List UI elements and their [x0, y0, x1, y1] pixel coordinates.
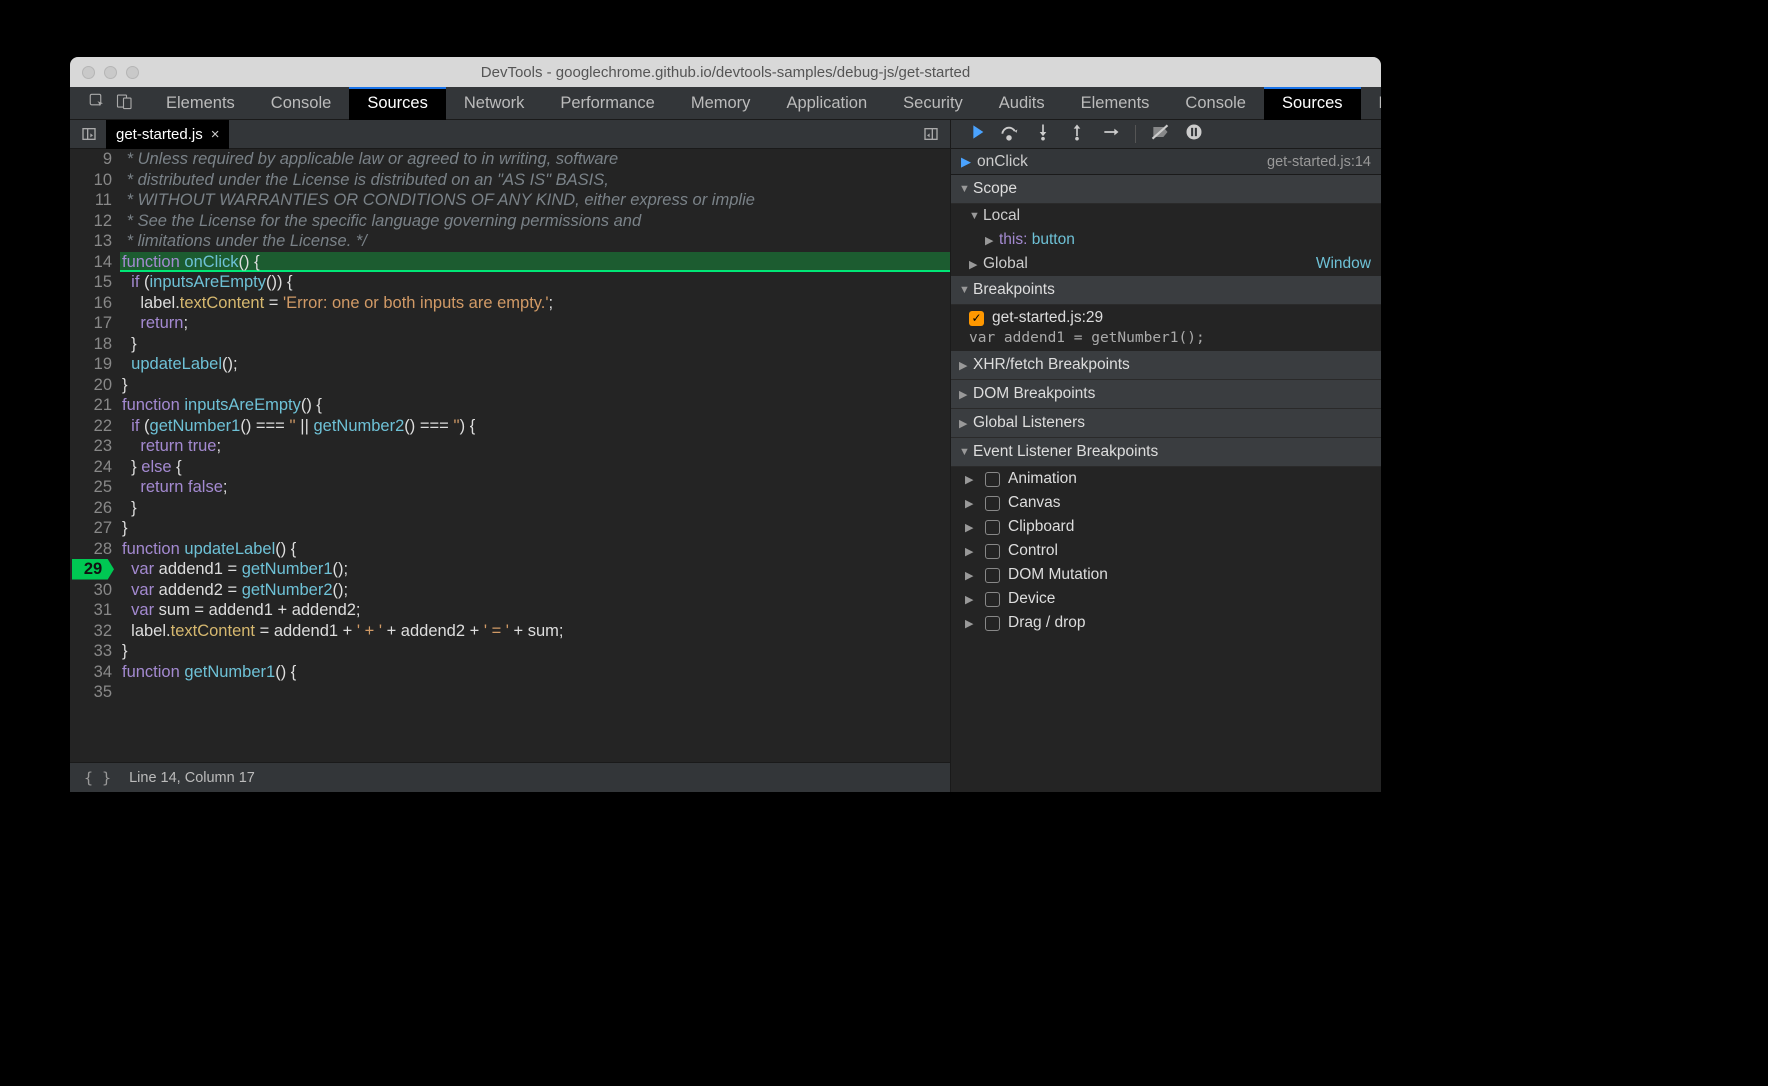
- file-tabs: get-started.js ×: [70, 120, 950, 149]
- checkbox-icon[interactable]: [985, 544, 1000, 559]
- checkbox-icon[interactable]: [985, 520, 1000, 535]
- event-category-canvas[interactable]: ▶Canvas: [951, 491, 1381, 515]
- minimize-window-button[interactable]: [104, 66, 117, 79]
- tab-performance[interactable]: Performance: [542, 87, 672, 120]
- callstack-location: get-started.js:14: [1267, 154, 1371, 170]
- pause-exceptions-icon[interactable]: [1184, 122, 1204, 147]
- close-window-button[interactable]: [82, 66, 95, 79]
- window-title: DevTools - googlechrome.github.io/devtoo…: [70, 64, 1381, 81]
- main-tabs: ElementsConsoleSourcesNetworkPerformance…: [70, 87, 1381, 120]
- workspace: get-started.js × 91011121314151617181920…: [70, 120, 1381, 792]
- tab-sources[interactable]: Sources: [1264, 87, 1361, 120]
- tab-audits[interactable]: Audits: [981, 87, 1063, 120]
- event-category-drag-drop[interactable]: ▶Drag / drop: [951, 611, 1381, 635]
- debug-toolbar: [951, 120, 1381, 149]
- tab-application[interactable]: Application: [768, 87, 885, 120]
- step-out-icon[interactable]: [1067, 122, 1087, 147]
- event-category-animation[interactable]: ▶Animation: [951, 467, 1381, 491]
- zoom-window-button[interactable]: [126, 66, 139, 79]
- checkbox-icon[interactable]: [985, 496, 1000, 511]
- deactivate-breakpoints-icon[interactable]: [1150, 122, 1170, 147]
- close-icon[interactable]: ×: [211, 126, 220, 143]
- code-editor[interactable]: 9101112131415161718192021222324252627282…: [70, 149, 950, 762]
- event-listener-section[interactable]: ▼Event Listener Breakpoints: [951, 438, 1381, 467]
- checkbox-icon[interactable]: [985, 568, 1000, 583]
- tab-console[interactable]: Console: [253, 87, 350, 120]
- file-tab-get-started[interactable]: get-started.js ×: [106, 120, 229, 149]
- line-gutter[interactable]: 9101112131415161718192021222324252627282…: [70, 149, 120, 762]
- callstack-frame[interactable]: ▶ onClick get-started.js:14: [951, 149, 1381, 175]
- event-category-control[interactable]: ▶Control: [951, 539, 1381, 563]
- event-category-clipboard[interactable]: ▶Clipboard: [951, 515, 1381, 539]
- tab-network[interactable]: Network: [1361, 87, 1382, 120]
- inspect-icon[interactable]: [88, 92, 106, 115]
- scope-this[interactable]: ▶this: button: [951, 228, 1381, 252]
- statusbar: { } Line 14, Column 17: [70, 762, 950, 792]
- breakpoint-preview: var addend1 = getNumber1();: [951, 329, 1381, 351]
- resume-icon[interactable]: [965, 122, 985, 147]
- xhr-breakpoints-section[interactable]: ▶XHR/fetch Breakpoints: [951, 351, 1381, 380]
- code-area[interactable]: * Unless required by applicable law or a…: [120, 149, 950, 762]
- titlebar: DevTools - googlechrome.github.io/devtoo…: [70, 57, 1381, 87]
- tab-sources[interactable]: Sources: [349, 87, 446, 120]
- tab-network[interactable]: Network: [446, 87, 543, 120]
- tab-memory[interactable]: Memory: [673, 87, 769, 120]
- breakpoints-section[interactable]: ▼Breakpoints: [951, 276, 1381, 305]
- scope-section[interactable]: ▼Scope: [951, 175, 1381, 204]
- event-category-device[interactable]: ▶Device: [951, 587, 1381, 611]
- cursor-position: Line 14, Column 17: [129, 770, 255, 786]
- show-navigator-icon[interactable]: [76, 121, 102, 147]
- dom-breakpoints-section[interactable]: ▶DOM Breakpoints: [951, 380, 1381, 409]
- tab-security[interactable]: Security: [885, 87, 981, 120]
- global-listeners-section[interactable]: ▶Global Listeners: [951, 409, 1381, 438]
- tab-elements[interactable]: Elements: [1063, 87, 1168, 120]
- step-over-icon[interactable]: [999, 122, 1019, 147]
- scope-local[interactable]: ▼Local: [951, 204, 1381, 228]
- step-into-icon[interactable]: [1033, 122, 1053, 147]
- devtools-window: DevTools - googlechrome.github.io/devtoo…: [70, 57, 1381, 792]
- breakpoint-checkbox[interactable]: ✓: [969, 311, 984, 326]
- breakpoint-item[interactable]: ✓ get-started.js:29: [951, 305, 1381, 329]
- checkbox-icon[interactable]: [985, 472, 1000, 487]
- tab-console[interactable]: Console: [1167, 87, 1264, 120]
- tab-elements[interactable]: Elements: [148, 87, 253, 120]
- toggle-sidebar-icon[interactable]: [918, 121, 944, 147]
- pretty-print-icon[interactable]: { }: [84, 769, 111, 787]
- editor-pane: get-started.js × 91011121314151617181920…: [70, 120, 951, 792]
- current-frame-icon: ▶: [961, 154, 971, 170]
- checkbox-icon[interactable]: [985, 592, 1000, 607]
- step-icon[interactable]: [1101, 122, 1121, 147]
- checkbox-icon[interactable]: [985, 616, 1000, 631]
- scope-global[interactable]: ▶GlobalWindow: [951, 252, 1381, 276]
- window-controls: [82, 66, 139, 79]
- breakpoint-location: get-started.js:29: [992, 309, 1103, 327]
- device-toggle-icon[interactable]: [116, 92, 134, 115]
- event-category-dom-mutation[interactable]: ▶DOM Mutation: [951, 563, 1381, 587]
- file-tab-label: get-started.js: [116, 126, 203, 143]
- callstack-fn: onClick: [977, 153, 1028, 171]
- debug-sidebar: ▶ onClick get-started.js:14 ▼Scope ▼Loca…: [951, 120, 1381, 792]
